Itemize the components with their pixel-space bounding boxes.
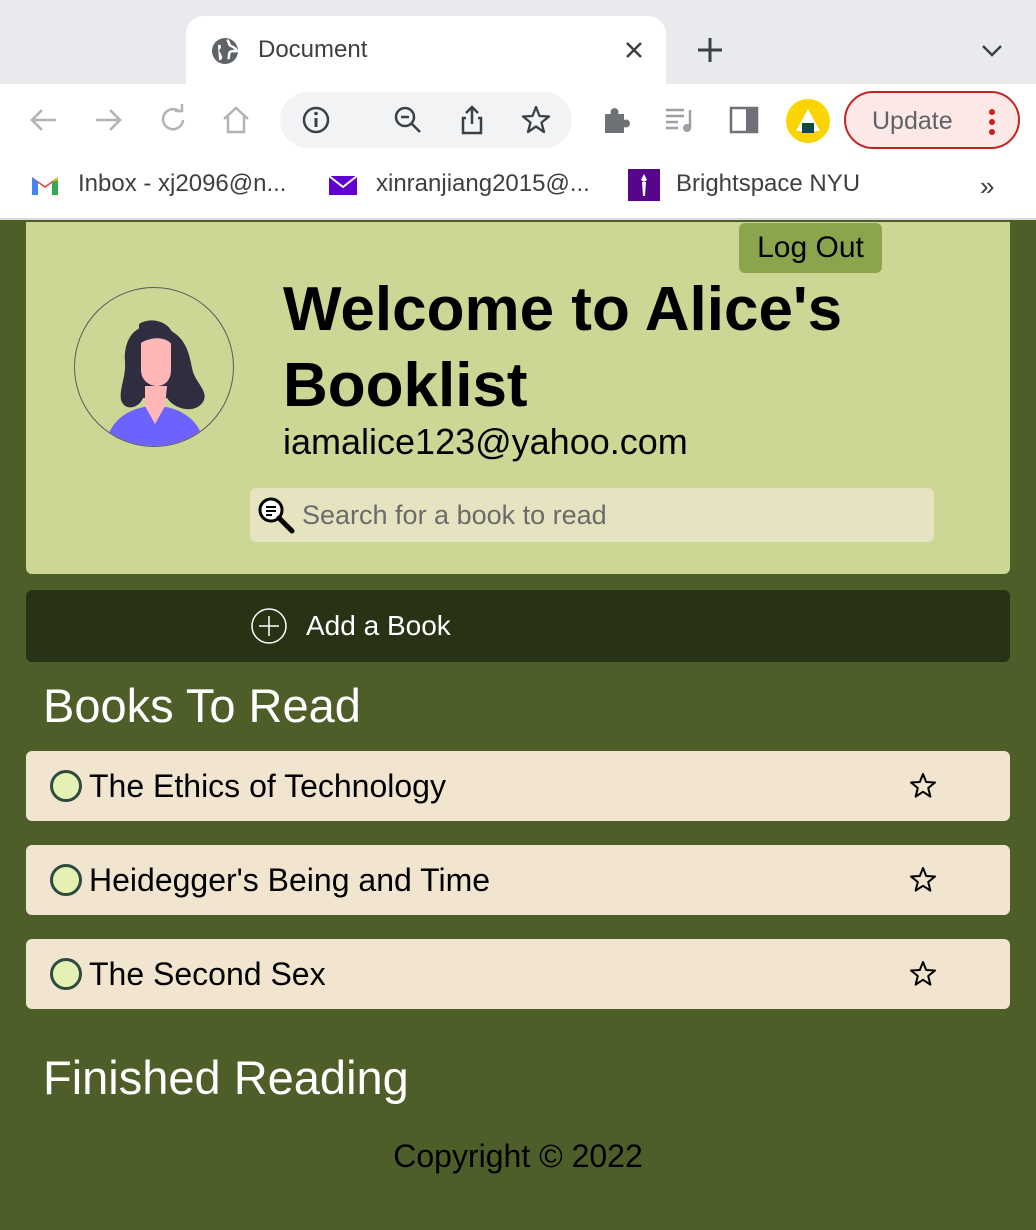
bookmark-gmail[interactable]: Inbox - xj2096@n... — [30, 170, 310, 200]
mark-read-checkbox[interactable] — [50, 864, 82, 896]
add-book-button[interactable]: Add a Book — [26, 590, 1010, 662]
search-icon[interactable] — [256, 495, 296, 535]
bookmarks-overflow-chevron[interactable]: » — [980, 173, 994, 199]
star-icon[interactable] — [908, 959, 938, 989]
search-input[interactable] — [302, 496, 922, 534]
bookmarks-bar: Inbox - xj2096@n... xinranjiang2015@... … — [0, 156, 1036, 220]
profile-onigiri-icon — [796, 109, 820, 133]
address-bar[interactable] — [280, 92, 572, 148]
woman-avatar-icon — [105, 320, 205, 446]
update-label: Update — [872, 107, 953, 135]
reload-icon[interactable] — [155, 102, 191, 138]
browser-tab-strip: Document — [0, 0, 1036, 84]
close-icon[interactable] — [620, 36, 648, 64]
page-title: Welcome to Alice's Booklist — [283, 275, 843, 420]
book-list-item[interactable]: Heidegger's Being and Time — [26, 845, 1010, 915]
gmail-icon — [32, 177, 58, 195]
book-title: The Ethics of Technology — [89, 768, 446, 804]
tab-title: Document — [258, 36, 368, 63]
home-icon[interactable] — [218, 102, 254, 138]
add-book-label: Add a Book — [306, 610, 451, 641]
back-arrow-icon[interactable] — [26, 102, 62, 138]
mark-read-checkbox[interactable] — [50, 958, 82, 990]
nyu-torch-icon — [628, 169, 660, 201]
mark-read-checkbox[interactable] — [50, 770, 82, 802]
bookmark-label: Inbox - xj2096@n... — [78, 170, 287, 197]
search-bar[interactable] — [250, 488, 934, 542]
book-list-item[interactable]: The Ethics of Technology — [26, 751, 1010, 821]
media-queue-icon[interactable] — [662, 102, 698, 138]
book-title: Heidegger's Being and Time — [89, 862, 491, 898]
site-info-icon[interactable] — [298, 102, 334, 138]
bookmark-label: Brightspace NYU — [676, 170, 861, 197]
yahoo-mail-icon — [328, 175, 358, 195]
browser-tab[interactable]: Document — [186, 16, 666, 84]
new-tab-plus-icon[interactable] — [694, 34, 726, 66]
copyright-footer: Copyright © 2022 — [393, 1138, 643, 1174]
zoom-out-icon[interactable] — [390, 102, 426, 138]
star-icon[interactable] — [908, 865, 938, 895]
add-circle-icon — [251, 608, 287, 644]
profile-header: Log Out Welcome to Alice's Booklist iama… — [26, 222, 1010, 574]
profile-avatar[interactable] — [786, 99, 830, 143]
books-to-read-heading: Books To Read — [43, 679, 361, 732]
book-title: The Second Sex — [89, 956, 326, 992]
profile-avatar-illustration — [74, 287, 234, 447]
more-vertical-icon[interactable] — [982, 107, 1002, 137]
globe-icon — [212, 38, 239, 64]
logout-button[interactable]: Log Out — [739, 223, 882, 273]
bookmark-star-icon[interactable] — [518, 102, 554, 138]
user-email: iamalice123@yahoo.com — [283, 421, 688, 462]
star-icon[interactable] — [908, 771, 938, 801]
share-icon[interactable] — [454, 102, 490, 138]
update-button[interactable]: Update — [844, 91, 1020, 149]
forward-arrow-icon[interactable] — [90, 102, 126, 138]
bookmark-label: xinranjiang2015@... — [376, 170, 590, 197]
book-list-item[interactable]: The Second Sex — [26, 939, 1010, 1009]
chevron-down-icon[interactable] — [978, 38, 1006, 64]
side-panel-icon[interactable] — [726, 102, 762, 138]
extensions-puzzle-icon[interactable] — [598, 102, 634, 138]
browser-toolbar: Update — [0, 84, 1036, 156]
bookmark-yahoo-mail[interactable]: xinranjiang2015@... — [328, 170, 608, 200]
bookmark-brightspace[interactable]: Brightspace NYU — [628, 169, 888, 201]
finished-reading-heading: Finished Reading — [43, 1051, 409, 1104]
